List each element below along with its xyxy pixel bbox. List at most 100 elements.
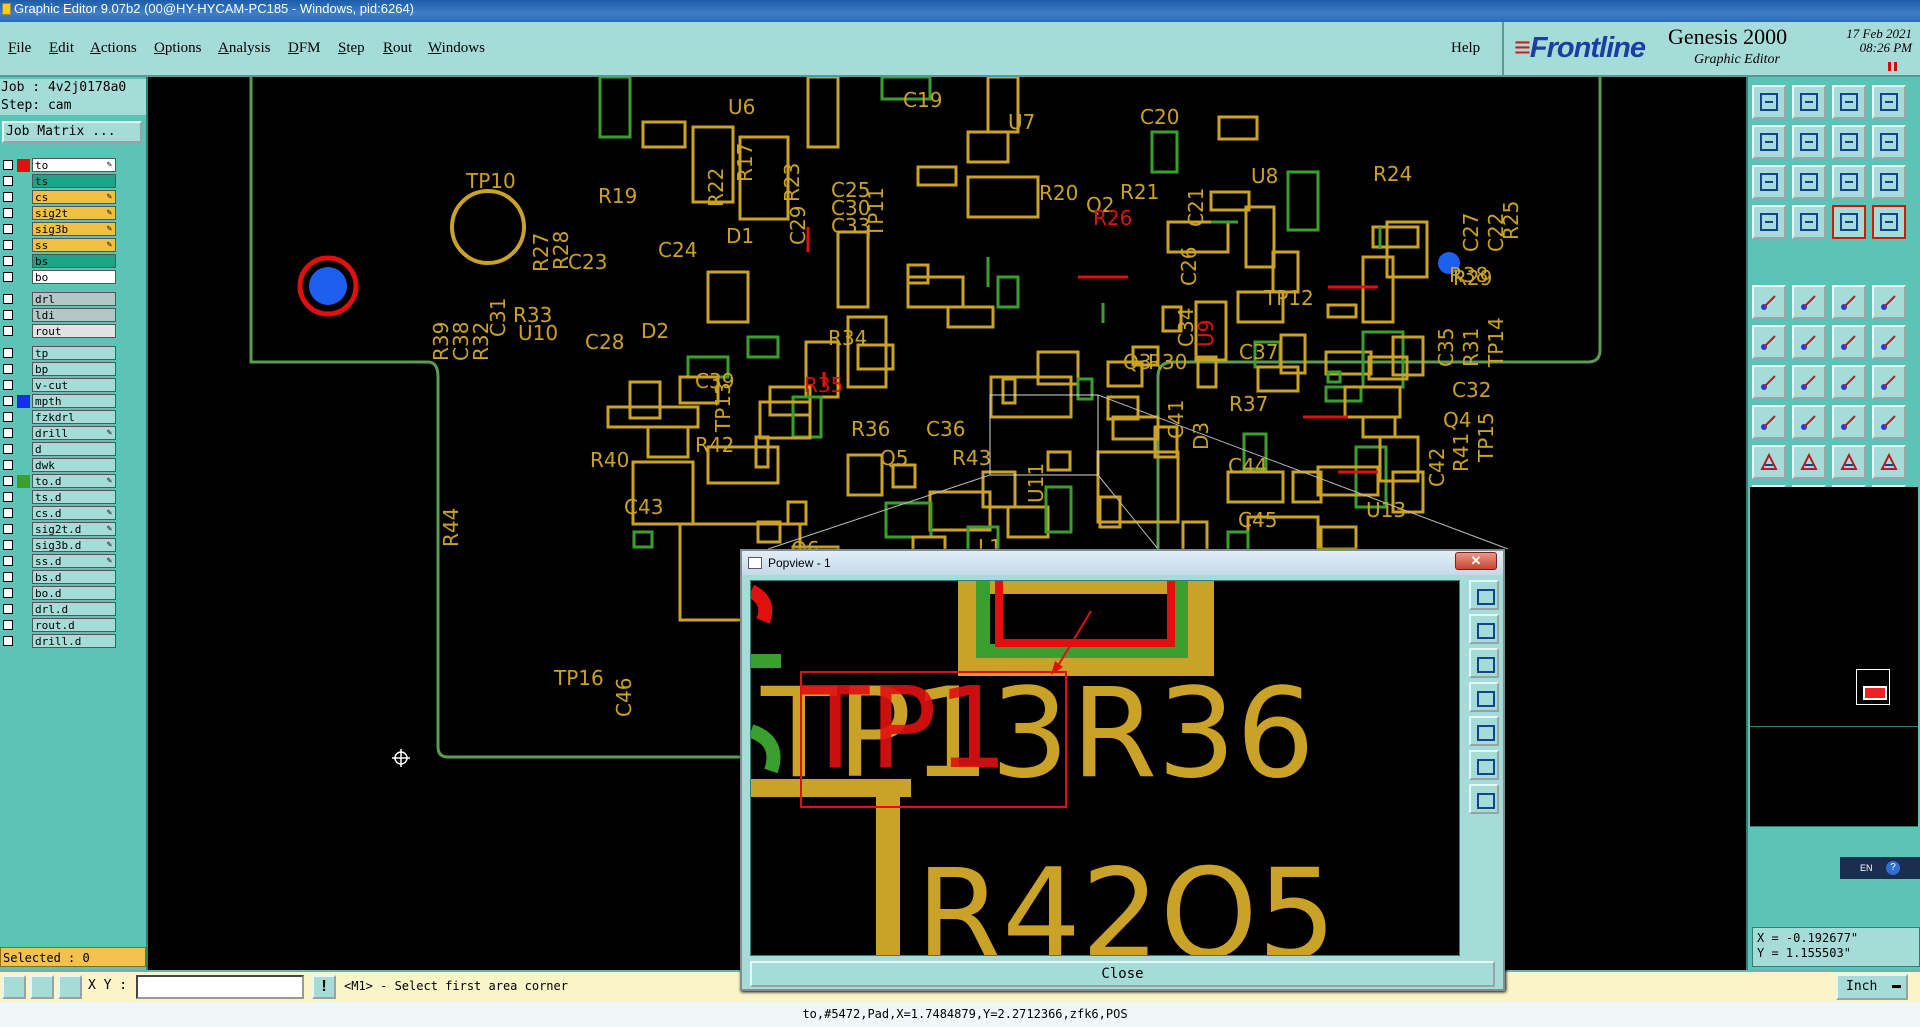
layer-name[interactable]: sig2t <box>32 206 116 220</box>
grid-button[interactable] <box>58 975 82 999</box>
query-button[interactable] <box>1872 165 1906 199</box>
layer-row-to[interactable]: to ✎ <box>0 157 118 173</box>
layer-name[interactable]: drl.d <box>32 602 116 616</box>
menu-file[interactable]: File <box>8 40 31 57</box>
split-button[interactable] <box>1872 325 1906 359</box>
menu-dfm[interactable]: DFM <box>288 40 321 57</box>
layer-row-rout-d[interactable]: rout.d <box>0 617 118 633</box>
layer-checkbox[interactable] <box>3 396 13 406</box>
layer-checkbox[interactable] <box>3 620 13 630</box>
measure-button[interactable] <box>1752 205 1786 239</box>
layer-row-drill[interactable]: drill ✎ <box>0 425 118 441</box>
zoom-area-button[interactable] <box>1872 125 1906 159</box>
layer-name[interactable]: to <box>32 158 116 172</box>
select-button[interactable] <box>1752 285 1786 319</box>
layer-row-v-cut[interactable]: v-cut <box>0 377 118 393</box>
layer-checkbox[interactable] <box>3 294 13 304</box>
window-button[interactable] <box>1872 85 1906 119</box>
layer-name[interactable]: drill <box>32 426 116 440</box>
layer-row-sig2t-d[interactable]: sig2t.d ✎ <box>0 521 118 537</box>
layer-checkbox[interactable] <box>3 476 13 486</box>
layer-checkbox[interactable] <box>3 572 13 582</box>
layer-name[interactable]: ss <box>32 238 116 252</box>
layer-name[interactable]: ts.d <box>32 490 116 504</box>
popview-close-button[interactable]: Close <box>750 961 1495 987</box>
layer-row-drl-d[interactable]: drl.d <box>0 601 118 617</box>
popview-close-icon[interactable]: ✕ <box>1455 552 1497 570</box>
layer-checkbox[interactable] <box>3 524 13 534</box>
layer-name[interactable]: rout.d <box>32 618 116 632</box>
pan-right-button[interactable] <box>1792 125 1826 159</box>
layer-checkbox[interactable] <box>3 508 13 518</box>
menu-actions[interactable]: Actions <box>90 40 137 57</box>
layer-name[interactable]: ts <box>32 174 116 188</box>
layer-row-to-d[interactable]: to.d ✎ <box>0 473 118 489</box>
popview-canvas[interactable]: TP13 TP1 R36 R42Q5 <box>750 580 1460 956</box>
measure-button[interactable] <box>30 975 54 999</box>
layer-name[interactable]: ldi <box>32 308 116 322</box>
layer-row-sig3b-d[interactable]: sig3b.d ✎ <box>0 537 118 553</box>
rect-add-button[interactable] <box>1832 405 1866 439</box>
popview-tool-3[interactable] <box>1469 648 1499 678</box>
layer-row-drl[interactable]: drl <box>0 291 118 307</box>
layer-name[interactable]: ss.d <box>32 554 116 568</box>
layer-row-dwk[interactable]: dwk <box>0 457 118 473</box>
layer-row-ts-d[interactable]: ts.d <box>0 489 118 505</box>
layer-name[interactable]: cs.d <box>32 506 116 520</box>
layer-name[interactable]: bo.d <box>32 586 116 600</box>
layer-row-bs-d[interactable]: bs.d <box>0 569 118 585</box>
menu-windows[interactable]: Windows <box>428 40 485 57</box>
layer-name[interactable]: tp <box>32 346 116 360</box>
layer-checkbox[interactable] <box>3 492 13 502</box>
pan-left-button[interactable] <box>1752 125 1786 159</box>
job-matrix-button[interactable]: Job Matrix ... <box>2 121 142 143</box>
layer-name[interactable]: dwk <box>32 458 116 472</box>
layer-name[interactable]: bo <box>32 270 116 284</box>
layer-checkbox[interactable] <box>3 556 13 566</box>
layer-name[interactable]: sig3b <box>32 222 116 236</box>
layer-row-cs-d[interactable]: cs.d ✎ <box>0 505 118 521</box>
layer-checkbox[interactable] <box>3 176 13 186</box>
ime-indicator[interactable]: EN? <box>1840 857 1920 879</box>
triangle-d-button[interactable] <box>1872 445 1906 479</box>
popview-tool-6[interactable] <box>1469 750 1499 780</box>
angle-button[interactable] <box>1752 365 1786 399</box>
layer-name[interactable]: drl <box>32 292 116 306</box>
snap-layer-button[interactable] <box>1832 205 1866 239</box>
dimension-button[interactable] <box>1832 285 1866 319</box>
layer-checkbox[interactable] <box>3 160 13 170</box>
home-button[interactable] <box>1832 85 1866 119</box>
layer-name[interactable]: drill.d <box>32 634 116 648</box>
layer-checkbox[interactable] <box>3 588 13 598</box>
layer-row-ss-d[interactable]: ss.d ✎ <box>0 553 118 569</box>
target-button[interactable] <box>1872 285 1906 319</box>
layer-checkbox[interactable] <box>3 380 13 390</box>
menu-step[interactable]: Step <box>338 40 365 57</box>
layer-name[interactable]: bs.d <box>32 570 116 584</box>
line-add-button[interactable] <box>1792 405 1826 439</box>
layer-row-bo-d[interactable]: bo.d <box>0 585 118 601</box>
layer-checkbox[interactable] <box>3 364 13 374</box>
layer-row-rout[interactable]: rout <box>0 323 118 339</box>
layer-name[interactable]: mpth <box>32 394 116 408</box>
layer-checkbox[interactable] <box>3 540 13 550</box>
load-button[interactable] <box>1792 85 1826 119</box>
triangle-c-button[interactable] <box>1832 445 1866 479</box>
layer-checkbox[interactable] <box>3 604 13 614</box>
layer-checkbox[interactable] <box>3 256 13 266</box>
layer-name[interactable]: sig2t.d <box>32 522 116 536</box>
layer-checkbox[interactable] <box>3 208 13 218</box>
layer-row-mpth[interactable]: mpth <box>0 393 118 409</box>
layer-row-sig3b[interactable]: sig3b ✎ <box>0 221 118 237</box>
layer-name[interactable]: sig3b.d <box>32 538 116 552</box>
menu-help[interactable]: Help <box>1451 40 1480 57</box>
zoom-fit-button[interactable] <box>1832 125 1866 159</box>
layer-row-bp[interactable]: bp <box>0 361 118 377</box>
layer-name[interactable]: v-cut <box>32 378 116 392</box>
layer-name[interactable]: bs <box>32 254 116 268</box>
scale-1to1-button[interactable] <box>1832 165 1866 199</box>
layer-name[interactable]: cs <box>32 190 116 204</box>
triangle-b-button[interactable] <box>1792 445 1826 479</box>
layer-checkbox[interactable] <box>3 636 13 646</box>
layer-checkbox[interactable] <box>3 412 13 422</box>
